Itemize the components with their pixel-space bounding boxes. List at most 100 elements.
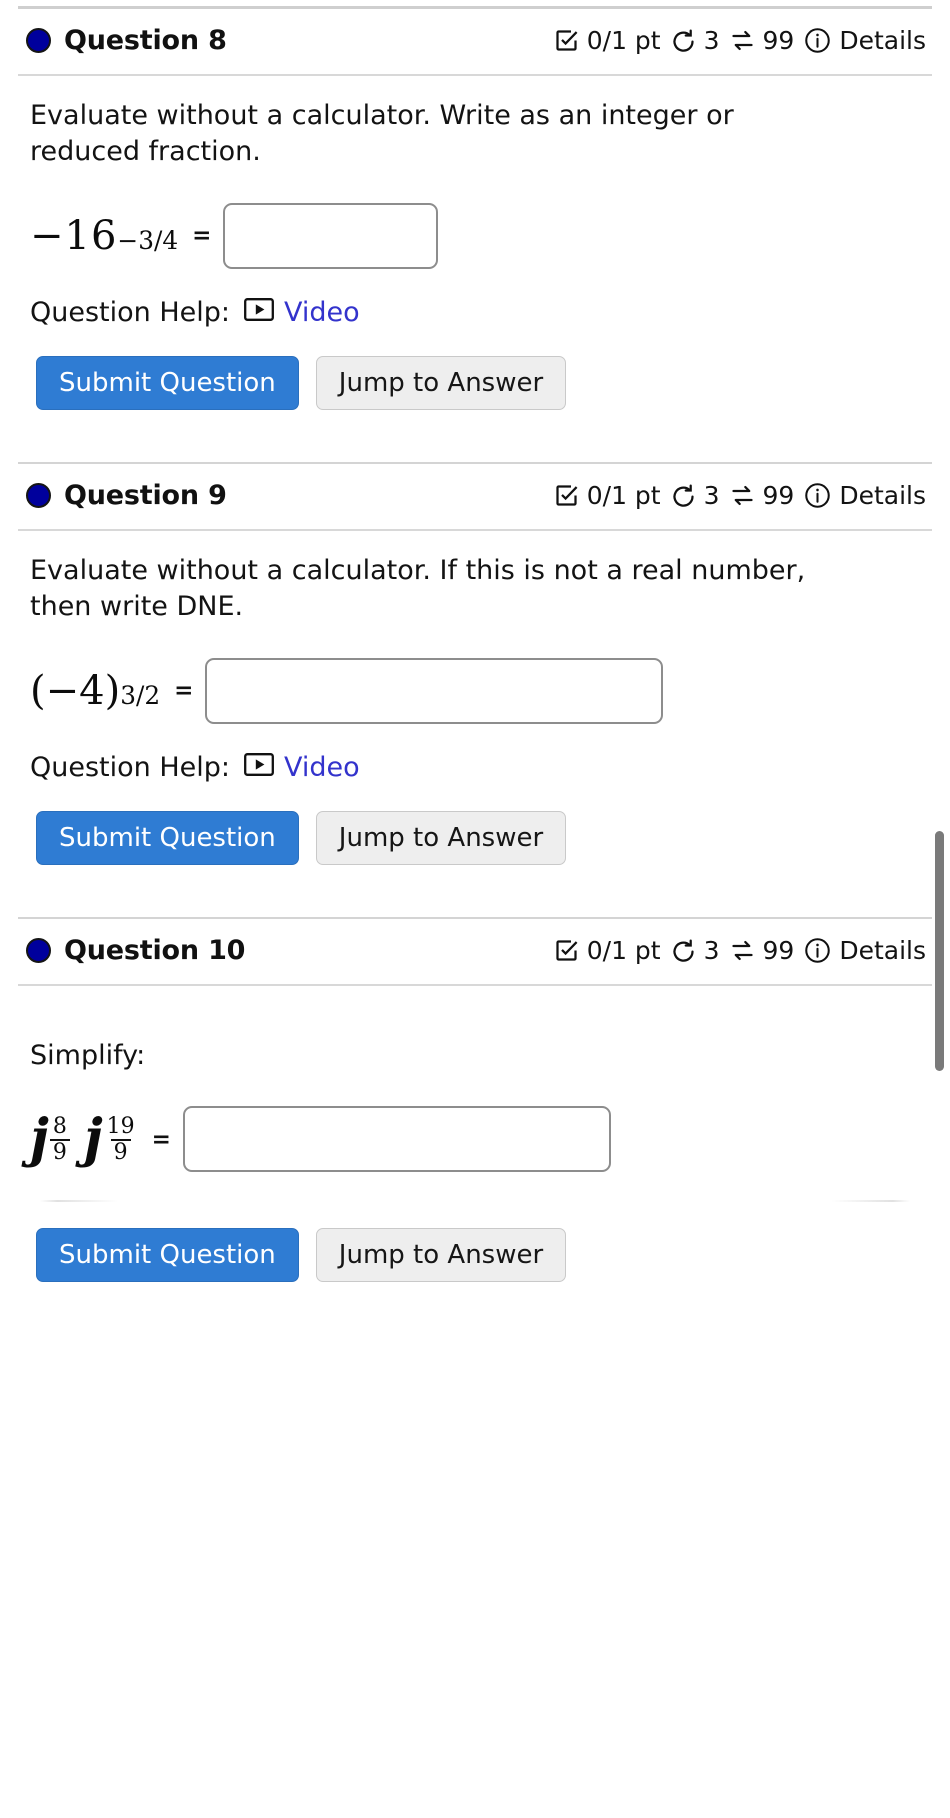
fraction-denominator: 9 (110, 1138, 131, 1165)
math-answer-row-9: (−4) 3/2 = (30, 652, 924, 730)
question-help-row-9: Question Help: Video (30, 752, 924, 783)
question-actions-8: Submit Question Jump to Answer (36, 355, 924, 410)
video-play-icon[interactable] (244, 752, 274, 783)
attempts-value: 3 (703, 26, 720, 55)
question-header-9: Question 9 0/1 pt 3 99 Details (0, 464, 950, 529)
details-group[interactable]: Details (803, 936, 926, 965)
attempts-group: 3 (670, 481, 720, 510)
swaps-group: 99 (729, 935, 795, 965)
question-status-dot (26, 482, 51, 508)
checkbox-check-icon (553, 27, 580, 54)
video-help-link[interactable]: Video (244, 297, 360, 328)
question-help-label: Question Help: (30, 751, 230, 783)
question-title: Question 8 (64, 25, 227, 56)
math-term-2: j 19 9 (84, 1113, 138, 1165)
equals-sign: = (192, 222, 212, 250)
math-base: −16 (30, 212, 118, 259)
vertical-scrollbar-thumb[interactable] (935, 831, 944, 1071)
submit-question-button[interactable]: Submit Question (36, 1228, 299, 1283)
swaps-value: 99 (762, 26, 795, 55)
video-link-label[interactable]: Video (284, 752, 360, 783)
points-group: 0/1 pt (553, 936, 661, 965)
question-actions-9: Submit Question Jump to Answer (36, 810, 924, 865)
attempts-value: 3 (703, 480, 720, 510)
fraction-numerator: 19 (106, 1114, 135, 1140)
submit-question-button[interactable]: Submit Question (36, 355, 299, 410)
question-status-dot (26, 937, 51, 963)
question-status-dot (26, 28, 51, 53)
math-exponent-fraction: 8 9 (49, 1114, 70, 1165)
math-base: (−4) (30, 667, 121, 714)
math-variable: j (30, 1108, 49, 1170)
checkbox-check-icon (553, 482, 580, 509)
swap-arrows-icon (729, 937, 756, 964)
details-group[interactable]: Details (803, 26, 926, 55)
question-meta-10: 0/1 pt 3 99 Details (553, 936, 930, 965)
question-prompt: Evaluate without a calculator. If this i… (30, 554, 806, 623)
question-meta-8: 0/1 pt 3 99 Details (553, 26, 930, 55)
video-play-icon[interactable] (244, 297, 274, 328)
question-title: Question 10 (64, 934, 246, 966)
equals-sign: = (174, 677, 194, 705)
fraction-denominator: 9 (49, 1138, 70, 1165)
details-label[interactable]: Details (839, 936, 926, 965)
details-group[interactable]: Details (803, 481, 926, 510)
attempts-value: 3 (703, 935, 720, 965)
question-help-label: Question Help: (30, 296, 230, 328)
undo-retry-icon (670, 937, 697, 964)
question-header-10: Question 10 0/1 pt 3 99 Details (0, 919, 950, 984)
question-meta-9: 0/1 pt 3 99 Details (553, 481, 930, 510)
math-expression: −16 −3/4 (30, 212, 179, 259)
points-value: 0/1 pt (586, 935, 661, 965)
assignment-page: Question 8 0/1 pt 3 99 Details Evaluate … (0, 6, 950, 1292)
answer-input[interactable] (223, 202, 439, 269)
math-expression: j 8 9 j 19 9 (30, 1113, 138, 1165)
question-body-10: Simplify: j 8 9 j 19 9 = (0, 986, 950, 1200)
swaps-group: 99 (729, 480, 795, 510)
math-variable: j (83, 1108, 103, 1170)
video-help-link[interactable]: Video (244, 752, 360, 783)
question-header-8: Question 8 0/1 pt 3 99 Details (0, 9, 950, 74)
math-exponent-fraction: 19 9 (104, 1115, 138, 1165)
undo-retry-icon (670, 482, 697, 509)
swap-arrows-icon (729, 27, 756, 54)
question-title: Question 9 (64, 479, 227, 511)
swap-arrows-icon (729, 482, 756, 509)
attempts-group: 3 (670, 936, 720, 965)
question-body-8: Evaluate without a calculator. Write as … (0, 76, 950, 462)
details-label[interactable]: Details (839, 26, 926, 55)
question-help-row-8: Question Help: Video (30, 297, 924, 328)
fraction-numerator: 8 (52, 1114, 67, 1140)
math-answer-row-8: −16 −3/4 = (30, 197, 924, 275)
question-actions-container-10: Submit Question Jump to Answer (0, 1202, 950, 1292)
jump-to-answer-button[interactable]: Jump to Answer (315, 1228, 567, 1283)
swaps-value: 99 (762, 935, 795, 965)
points-value: 0/1 pt (586, 480, 661, 510)
details-label[interactable]: Details (839, 481, 926, 510)
swaps-group: 99 (729, 26, 795, 55)
equals-sign: = (151, 1125, 171, 1153)
points-group: 0/1 pt (553, 481, 661, 510)
question-actions-10: Submit Question Jump to Answer (36, 1228, 924, 1283)
swaps-value: 99 (762, 480, 795, 510)
video-link-label[interactable]: Video (284, 297, 360, 328)
undo-retry-icon (670, 27, 697, 54)
info-circle-icon[interactable] (803, 936, 832, 965)
points-value: 0/1 pt (586, 26, 661, 55)
attempts-group: 3 (670, 26, 720, 55)
checkbox-check-icon (553, 937, 580, 964)
question-prompt: Simplify: (30, 1039, 146, 1071)
math-answer-row-10: j 8 9 j 19 9 = (30, 1100, 924, 1178)
submit-question-button[interactable]: Submit Question (36, 810, 299, 865)
info-circle-icon[interactable] (803, 26, 832, 55)
jump-to-answer-button[interactable]: Jump to Answer (315, 810, 567, 865)
answer-input[interactable] (182, 1106, 611, 1173)
jump-to-answer-button[interactable]: Jump to Answer (315, 355, 567, 410)
question-prompt: Evaluate without a calculator. Write as … (30, 100, 734, 168)
points-group: 0/1 pt (553, 26, 661, 55)
answer-input[interactable] (205, 657, 664, 724)
math-expression: (−4) 3/2 (30, 667, 161, 714)
info-circle-icon[interactable] (803, 481, 832, 510)
math-term-1: j 8 9 (30, 1113, 70, 1165)
question-body-9: Evaluate without a calculator. If this i… (0, 531, 950, 917)
